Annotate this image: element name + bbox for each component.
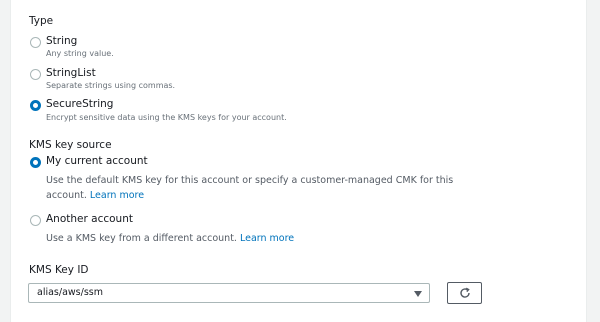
option-title: String [46,35,78,47]
parameter-settings-panel: Type String Any string value. StringList… [10,0,587,322]
option-title: StringList [46,67,96,79]
option-description: Use a KMS key from a different account. … [46,231,456,246]
option-description: Encrypt sensitive data using the KMS key… [46,113,287,122]
radio-string[interactable] [30,37,41,48]
learn-more-link[interactable]: Learn more [90,190,144,201]
option-description: Separate strings using commas. [46,81,176,90]
radio-stringlist[interactable] [30,69,41,80]
radio-securestring[interactable] [30,100,41,111]
refresh-button[interactable] [447,282,482,304]
refresh-icon [460,287,470,298]
option-description: Use the default KMS key for this account… [46,173,456,203]
option-description: Any string value. [46,49,114,58]
radio-another-account[interactable] [30,215,41,226]
type-label: Type [29,15,54,27]
option-title: My current account [46,155,148,167]
option-title: SecureString [46,98,114,110]
caret-down-icon [414,291,422,297]
option-title: Another account [46,213,133,225]
radio-current-account[interactable] [30,157,41,168]
selected-value: alias/aws/ssm [37,287,103,298]
description-text: Use a KMS key from a different account. [46,233,237,244]
kms-key-id-select[interactable]: alias/aws/ssm [28,283,430,303]
kms-source-label: KMS key source [29,139,112,151]
kms-key-id-label: KMS Key ID [29,264,89,276]
learn-more-link[interactable]: Learn more [240,233,294,244]
